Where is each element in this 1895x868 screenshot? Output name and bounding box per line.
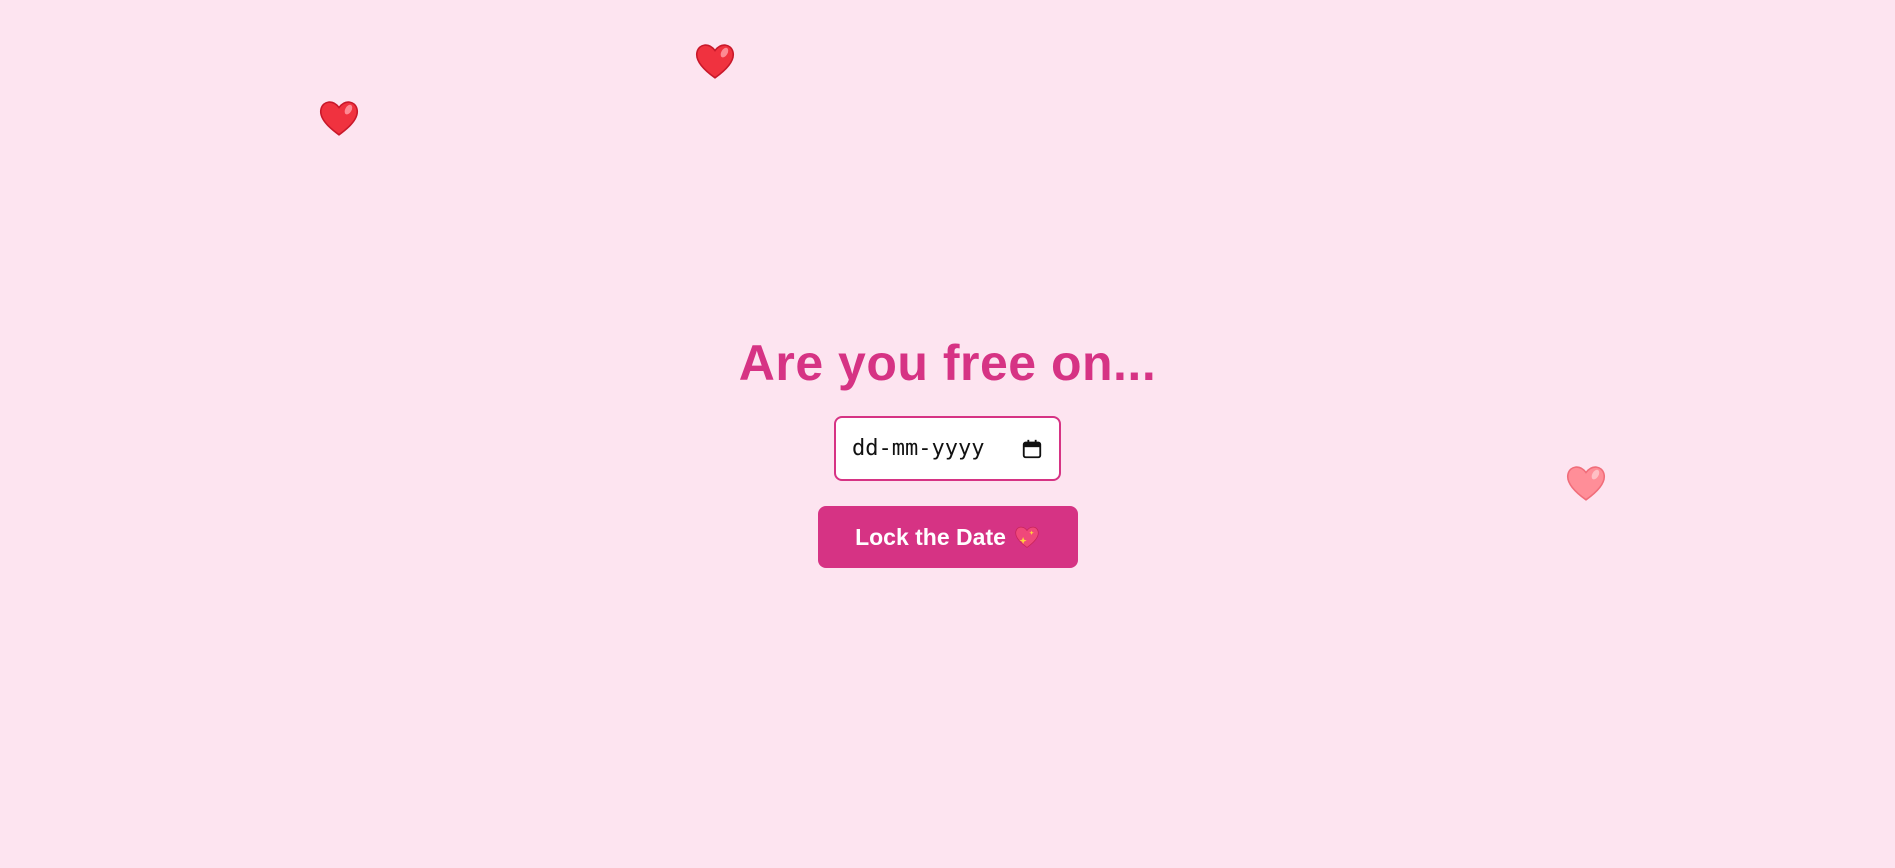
lock-button-label: Lock the Date	[855, 523, 1006, 550]
calendar-icon[interactable]	[1021, 438, 1043, 460]
date-input[interactable]: dd-mm-yyyy	[834, 416, 1061, 481]
date-input-placeholder[interactable]: dd-mm-yyyy	[852, 436, 984, 461]
sparkling-heart-icon	[1014, 524, 1040, 550]
red-heart-icon	[694, 40, 736, 82]
page-title: Are you free on...	[738, 335, 1157, 391]
date-picker-panel: Are you free on... dd-mm-yyyy Lock the D…	[0, 330, 1895, 568]
lock-the-date-button[interactable]: Lock the Date	[817, 506, 1078, 568]
red-heart-icon	[318, 97, 360, 139]
page: Are you free on... dd-mm-yyyy Lock the D…	[0, 0, 1895, 868]
